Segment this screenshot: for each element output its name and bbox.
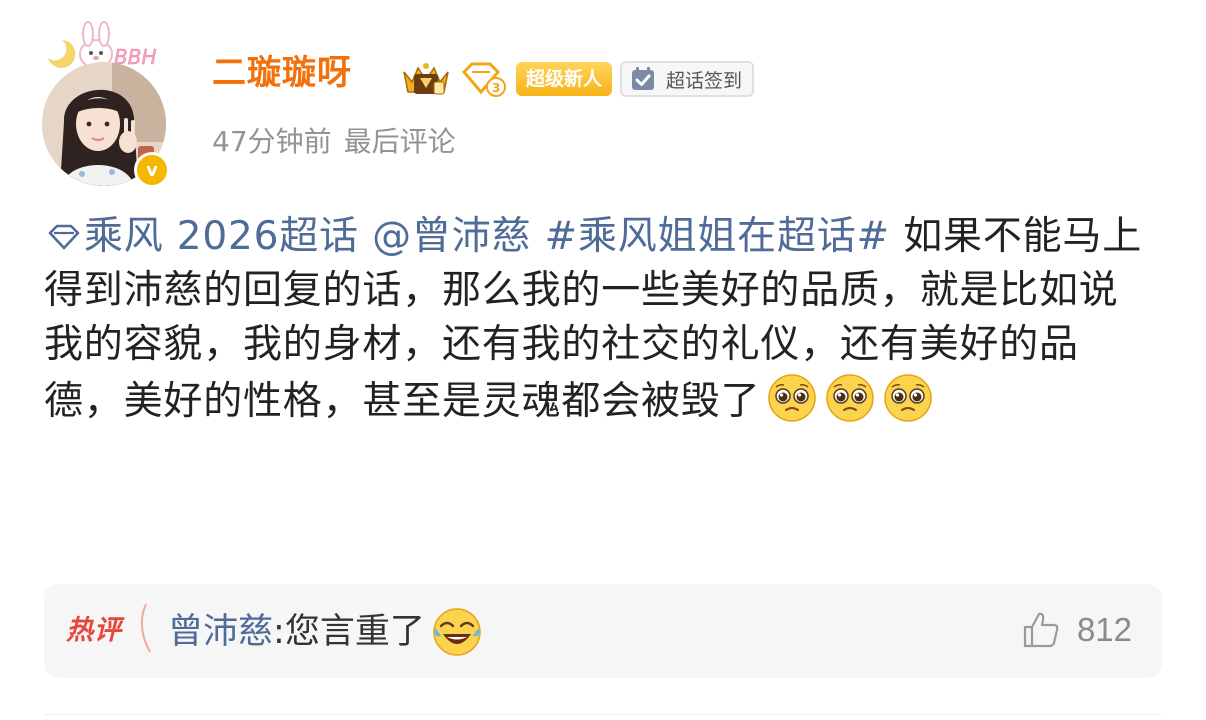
like-button[interactable]: 812 bbox=[1021, 610, 1132, 650]
thumbs-up-icon bbox=[1023, 612, 1059, 648]
post-body: 乘风 2026超话 @曾沛慈 #乘风姐姐在超话# 如果不能马上得到沛慈的回复的话… bbox=[44, 210, 1154, 429]
topic-link[interactable]: 乘风 2026超话 bbox=[84, 214, 359, 259]
svg-text:3: 3 bbox=[492, 81, 500, 95]
weibo-post-card: BBH v 二璇璇呀 3 超级新人 超话签到 47分钟前 最后评论 乘风 202… bbox=[0, 0, 1206, 720]
comment-line: 曾沛慈 : 您言重了 bbox=[168, 606, 483, 658]
calendar-check-icon bbox=[632, 67, 655, 90]
diamond-outline-icon bbox=[48, 224, 80, 250]
pleading-face-icon bbox=[768, 374, 817, 422]
mention-link[interactable]: @曾沛慈 bbox=[372, 214, 531, 259]
hot-comment[interactable]: 热评 曾沛慈 : 您言重了 812 bbox=[44, 584, 1162, 678]
avatar-container[interactable]: BBH v bbox=[38, 18, 188, 188]
post-meta-action: 最后评论 bbox=[343, 125, 456, 158]
badge-row: 3 超级新人 超话签到 bbox=[400, 58, 755, 100]
super-new-badge[interactable]: 超级新人 bbox=[516, 62, 613, 96]
hot-tag-swoosh-icon bbox=[140, 603, 151, 653]
verified-mark: v bbox=[146, 159, 158, 181]
verified-badge-icon: v bbox=[134, 152, 170, 188]
checkin-label: 超话签到 bbox=[666, 69, 743, 92]
hashtag-link[interactable]: #乘风姐姐在超话# bbox=[544, 214, 890, 259]
pleading-face-icon bbox=[884, 374, 933, 422]
like-count: 812 bbox=[1076, 611, 1132, 648]
pleading-face-icon bbox=[826, 374, 875, 422]
comment-separator: : bbox=[273, 612, 285, 652]
comment-username[interactable]: 曾沛慈 bbox=[168, 611, 273, 653]
crown-medal-icon[interactable] bbox=[400, 60, 452, 98]
username[interactable]: 二璇璇呀 bbox=[212, 56, 352, 90]
laughing-tears-icon bbox=[433, 608, 481, 656]
post-time: 47分钟前 bbox=[212, 125, 332, 158]
post-meta: 47分钟前 最后评论 bbox=[212, 128, 456, 156]
checkin-button[interactable]: 超话签到 bbox=[620, 61, 755, 97]
comment-text: 您言重了 bbox=[284, 612, 425, 652]
diamond-level-3-icon[interactable]: 3 bbox=[460, 60, 508, 98]
divider bbox=[44, 714, 1162, 715]
